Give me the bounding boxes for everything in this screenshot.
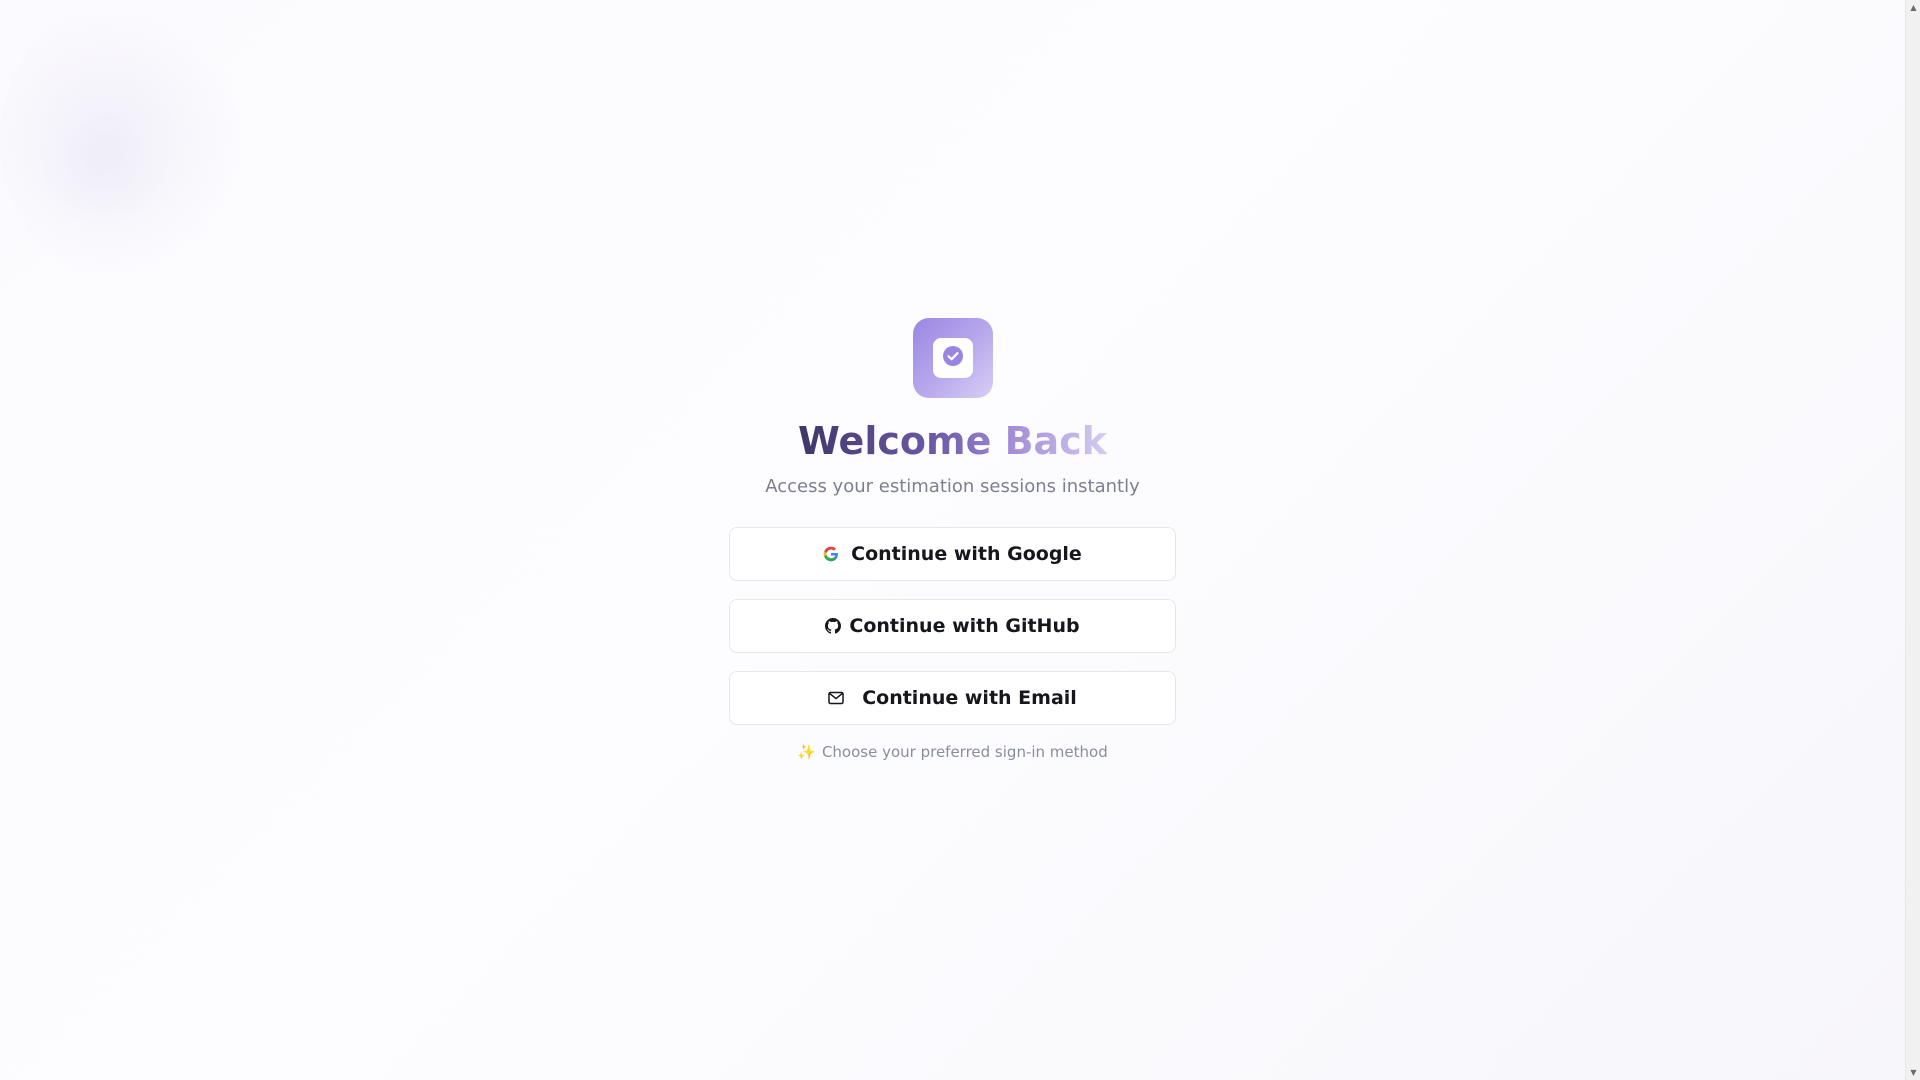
email-signin-button[interactable]: Continue with Email bbox=[729, 671, 1176, 725]
signin-hint-text: Choose your preferred sign-in method bbox=[821, 743, 1108, 761]
sparkles-icon: ✨ bbox=[797, 743, 816, 761]
login-panel: Welcome Back Access your estimation sess… bbox=[0, 0, 1905, 1080]
page-title: Welcome Back bbox=[798, 419, 1107, 463]
google-signin-label: Continue with Google bbox=[851, 543, 1082, 565]
page-subtitle: Access your estimation sessions instantl… bbox=[765, 476, 1140, 497]
google-icon bbox=[823, 546, 839, 562]
github-signin-button[interactable]: Continue with GitHub bbox=[729, 599, 1176, 653]
scroll-up-icon[interactable]: ▲ bbox=[1906, 0, 1920, 15]
mail-icon bbox=[828, 691, 844, 705]
github-signin-label: Continue with GitHub bbox=[849, 615, 1080, 637]
check-badge-icon bbox=[942, 345, 964, 371]
scroll-down-icon[interactable]: ▼ bbox=[1906, 1065, 1920, 1080]
signin-hint: ✨ Choose your preferred sign-in method bbox=[0, 741, 1905, 763]
vertical-scrollbar[interactable]: ▲ ▼ bbox=[1905, 0, 1920, 1080]
page: Welcome Back Access your estimation sess… bbox=[0, 0, 1905, 1080]
google-signin-button[interactable]: Continue with Google bbox=[729, 527, 1176, 581]
email-signin-label: Continue with Email bbox=[862, 687, 1077, 709]
app-logo bbox=[913, 318, 993, 398]
github-icon bbox=[825, 618, 842, 634]
